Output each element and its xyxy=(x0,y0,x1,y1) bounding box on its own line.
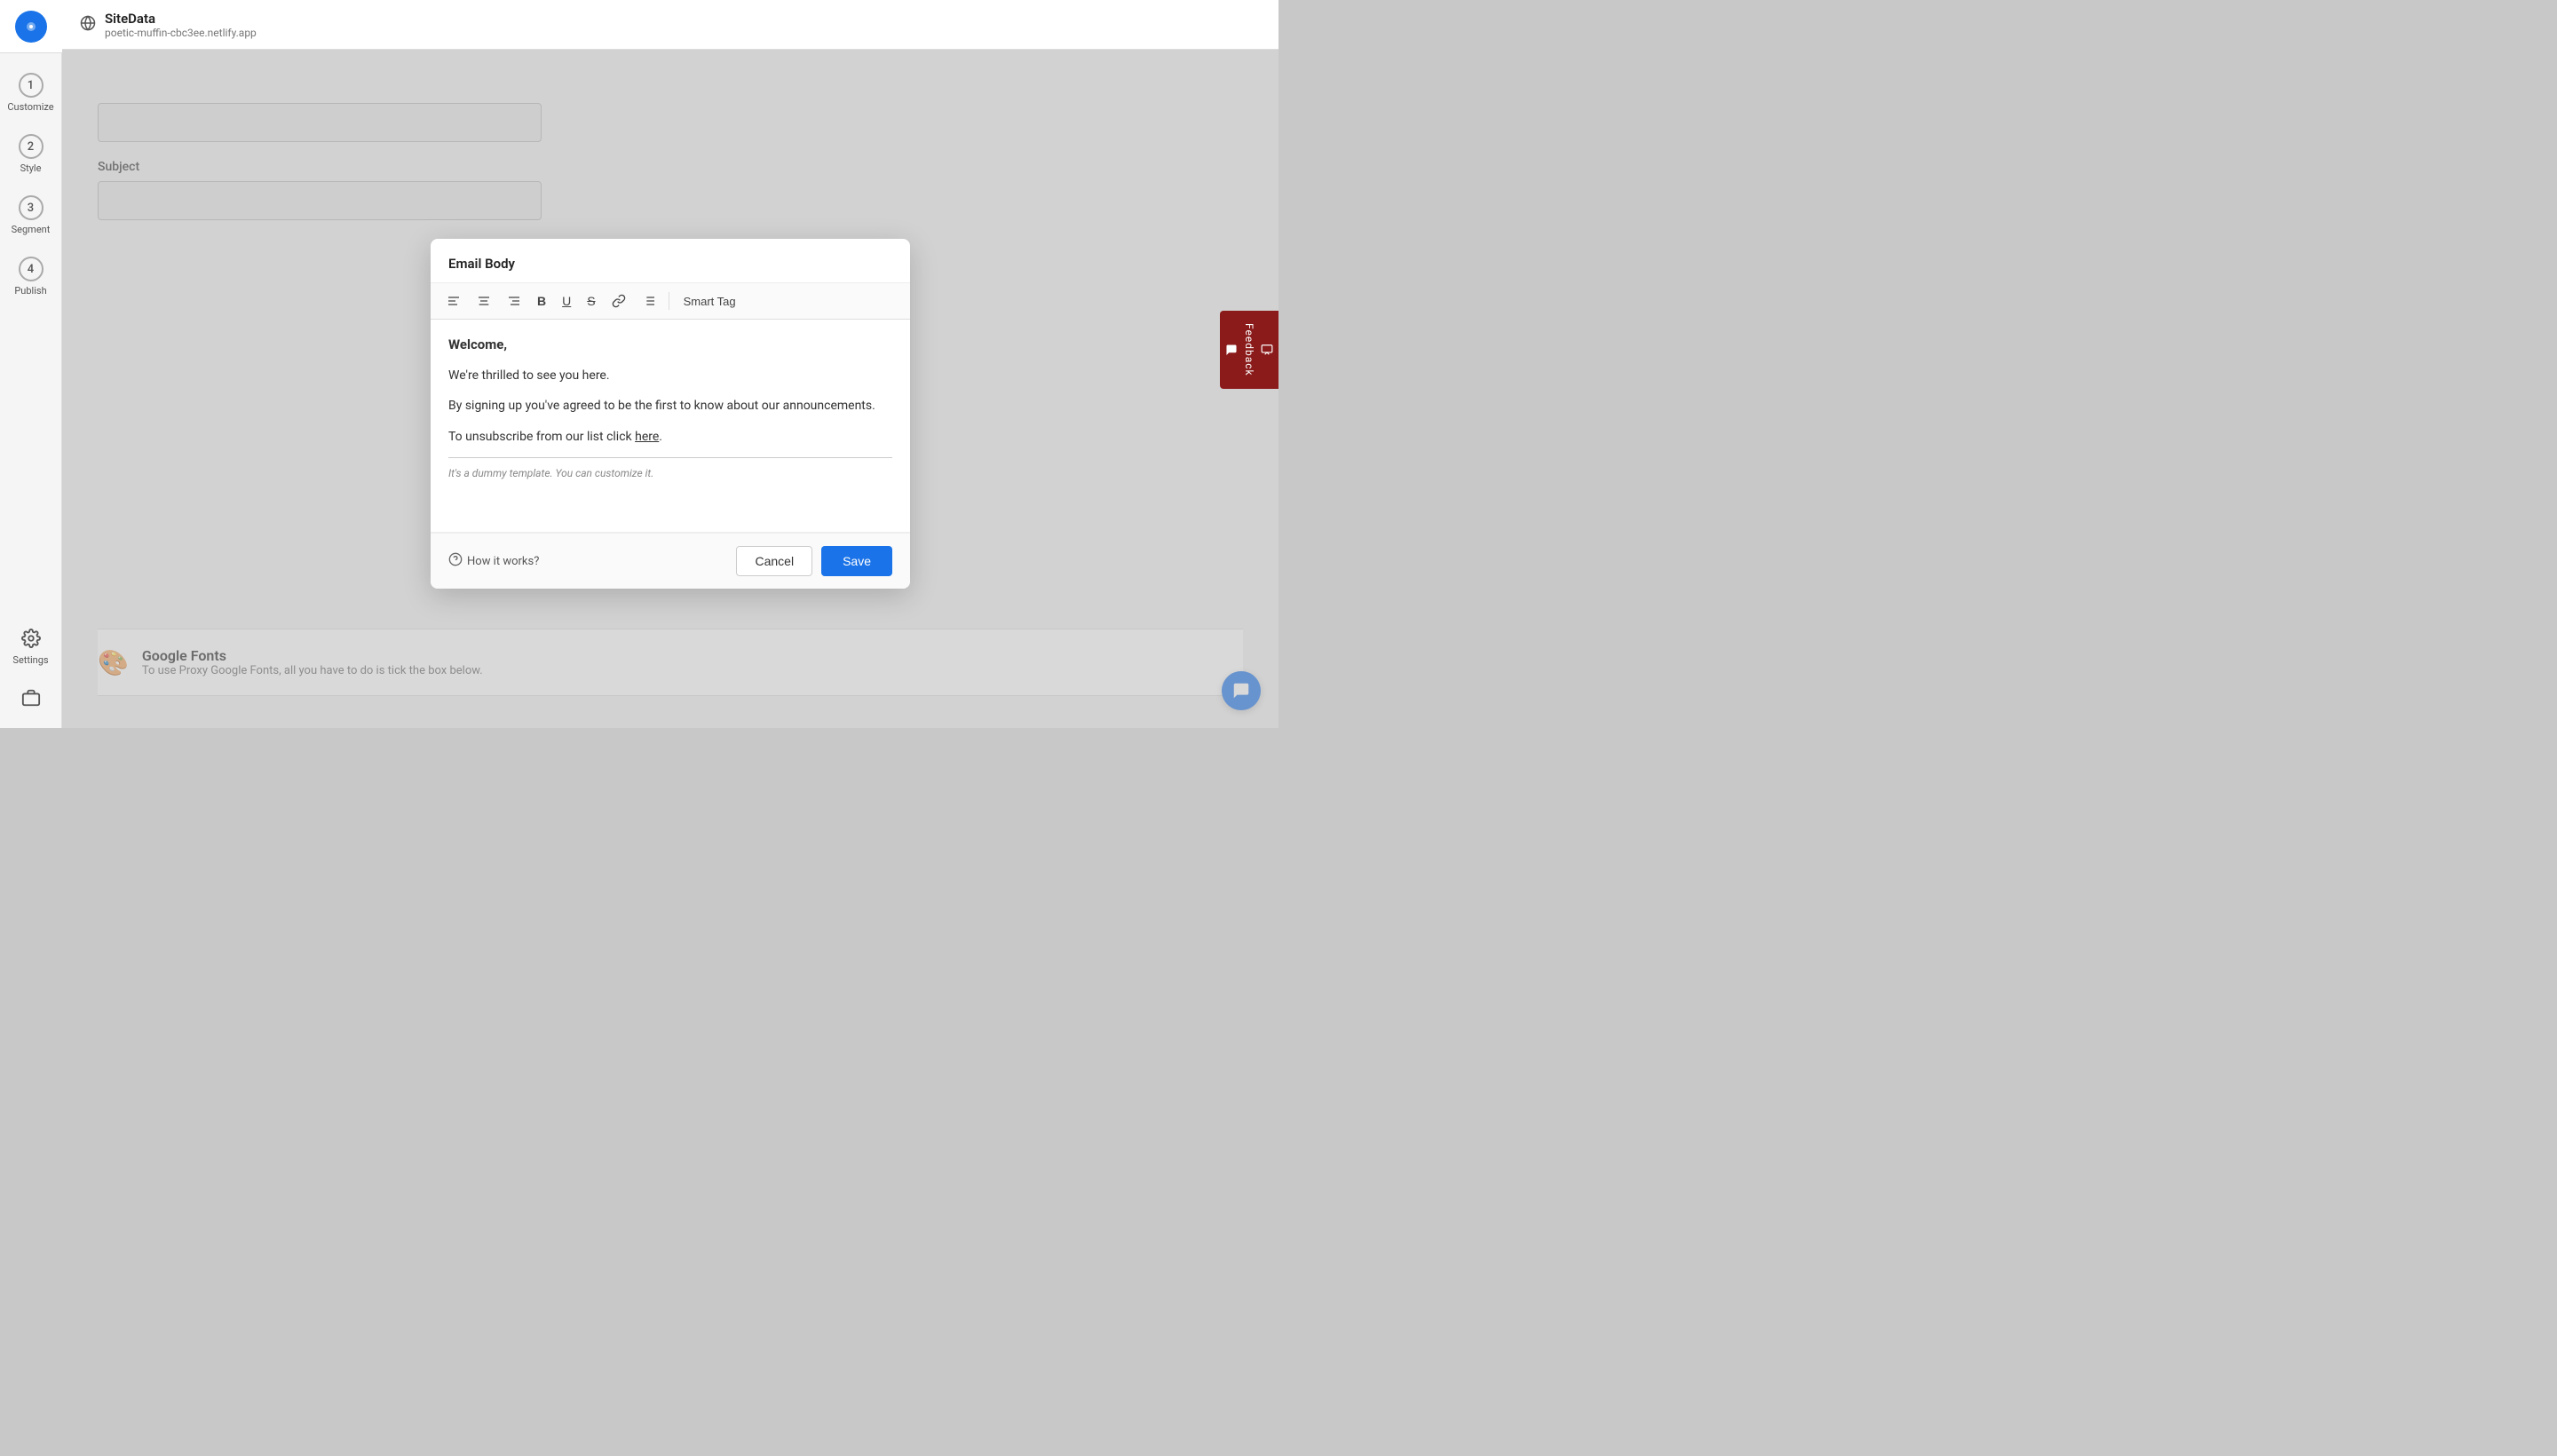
line2-text: By signing up you've agreed to be the fi… xyxy=(448,396,892,415)
step-circle-4: 4 xyxy=(19,257,44,281)
step-circle-1: 1 xyxy=(19,73,44,98)
sidebar-label-segment: Segment xyxy=(12,224,51,235)
bold-button[interactable]: B xyxy=(532,290,551,312)
here-link[interactable]: here xyxy=(635,430,659,444)
sidebar-bottom: Settings xyxy=(0,620,62,728)
main-content: SiteData poetic-muffin-cbc3ee.netlify.ap… xyxy=(62,0,1278,728)
modal-actions: Cancel Save xyxy=(736,546,892,576)
email-body-modal: Email Body xyxy=(431,239,910,589)
editor-content[interactable]: Welcome, We're thrilled to see you here.… xyxy=(431,320,910,533)
step-circle-3: 3 xyxy=(19,195,44,220)
sidebar: 1 Customize 2 Style 3 Segment 4 Publish xyxy=(0,0,62,728)
sidebar-item-style[interactable]: 2 Style xyxy=(0,123,62,185)
sidebar-item-briefcase[interactable] xyxy=(0,679,62,719)
settings-label: Settings xyxy=(12,654,48,666)
step-circle-2: 2 xyxy=(19,134,44,159)
line3-text: To unsubscribe from our list click here. xyxy=(448,427,892,447)
cancel-button[interactable]: Cancel xyxy=(736,546,812,576)
align-left-button[interactable] xyxy=(441,290,466,312)
save-button[interactable]: Save xyxy=(821,546,892,576)
how-it-works[interactable]: How it works? xyxy=(448,552,539,570)
briefcase-icon xyxy=(21,688,41,710)
feedback-button[interactable]: Feedback xyxy=(1220,311,1278,389)
feedback-label: Feedback xyxy=(1243,323,1255,376)
sidebar-label-customize: Customize xyxy=(7,101,53,113)
sidebar-label-publish: Publish xyxy=(14,285,46,297)
editor-toolbar: B U S xyxy=(431,283,910,320)
header-bar: SiteData poetic-muffin-cbc3ee.netlify.ap… xyxy=(62,0,1278,50)
question-icon xyxy=(448,552,463,570)
sidebar-item-customize[interactable]: 1 Customize xyxy=(0,62,62,123)
how-it-works-label: How it works? xyxy=(467,555,539,568)
globe-icon xyxy=(80,15,96,35)
editor-divider xyxy=(448,457,892,458)
sidebar-nav: 1 Customize 2 Style 3 Segment 4 Publish xyxy=(0,53,61,620)
modal-title: Email Body xyxy=(448,256,515,272)
sidebar-label-style: Style xyxy=(20,162,42,174)
settings-icon xyxy=(21,629,41,651)
sidebar-item-segment[interactable]: 3 Segment xyxy=(0,185,62,246)
site-url: poetic-muffin-cbc3ee.netlify.app xyxy=(105,27,257,39)
footer-italic-text: It's a dummy template. You can customize… xyxy=(448,465,892,482)
logo-circle xyxy=(15,11,47,43)
align-right-button[interactable] xyxy=(502,290,526,312)
smart-tag-button[interactable]: Smart Tag xyxy=(677,291,743,312)
site-info: SiteData poetic-muffin-cbc3ee.netlify.ap… xyxy=(105,11,257,39)
strikethrough-button[interactable]: S xyxy=(582,290,600,312)
sidebar-item-publish[interactable]: 4 Publish xyxy=(0,246,62,307)
modal-header: Email Body xyxy=(431,239,910,283)
modal-footer: How it works? Cancel Save xyxy=(431,533,910,589)
sidebar-item-settings[interactable]: Settings xyxy=(0,620,62,675)
line1-text: We're thrilled to see you here. xyxy=(448,366,892,385)
modal-overlay: Email Body xyxy=(62,50,1278,728)
welcome-text: Welcome, xyxy=(448,334,892,355)
link-button[interactable] xyxy=(606,290,631,312)
content-area: Subject Email Body xyxy=(62,50,1278,728)
app-logo[interactable] xyxy=(0,0,62,53)
list-button[interactable] xyxy=(637,290,661,312)
underline-button[interactable]: U xyxy=(557,290,576,312)
align-center-button[interactable] xyxy=(471,290,496,312)
site-name: SiteData xyxy=(105,11,257,27)
